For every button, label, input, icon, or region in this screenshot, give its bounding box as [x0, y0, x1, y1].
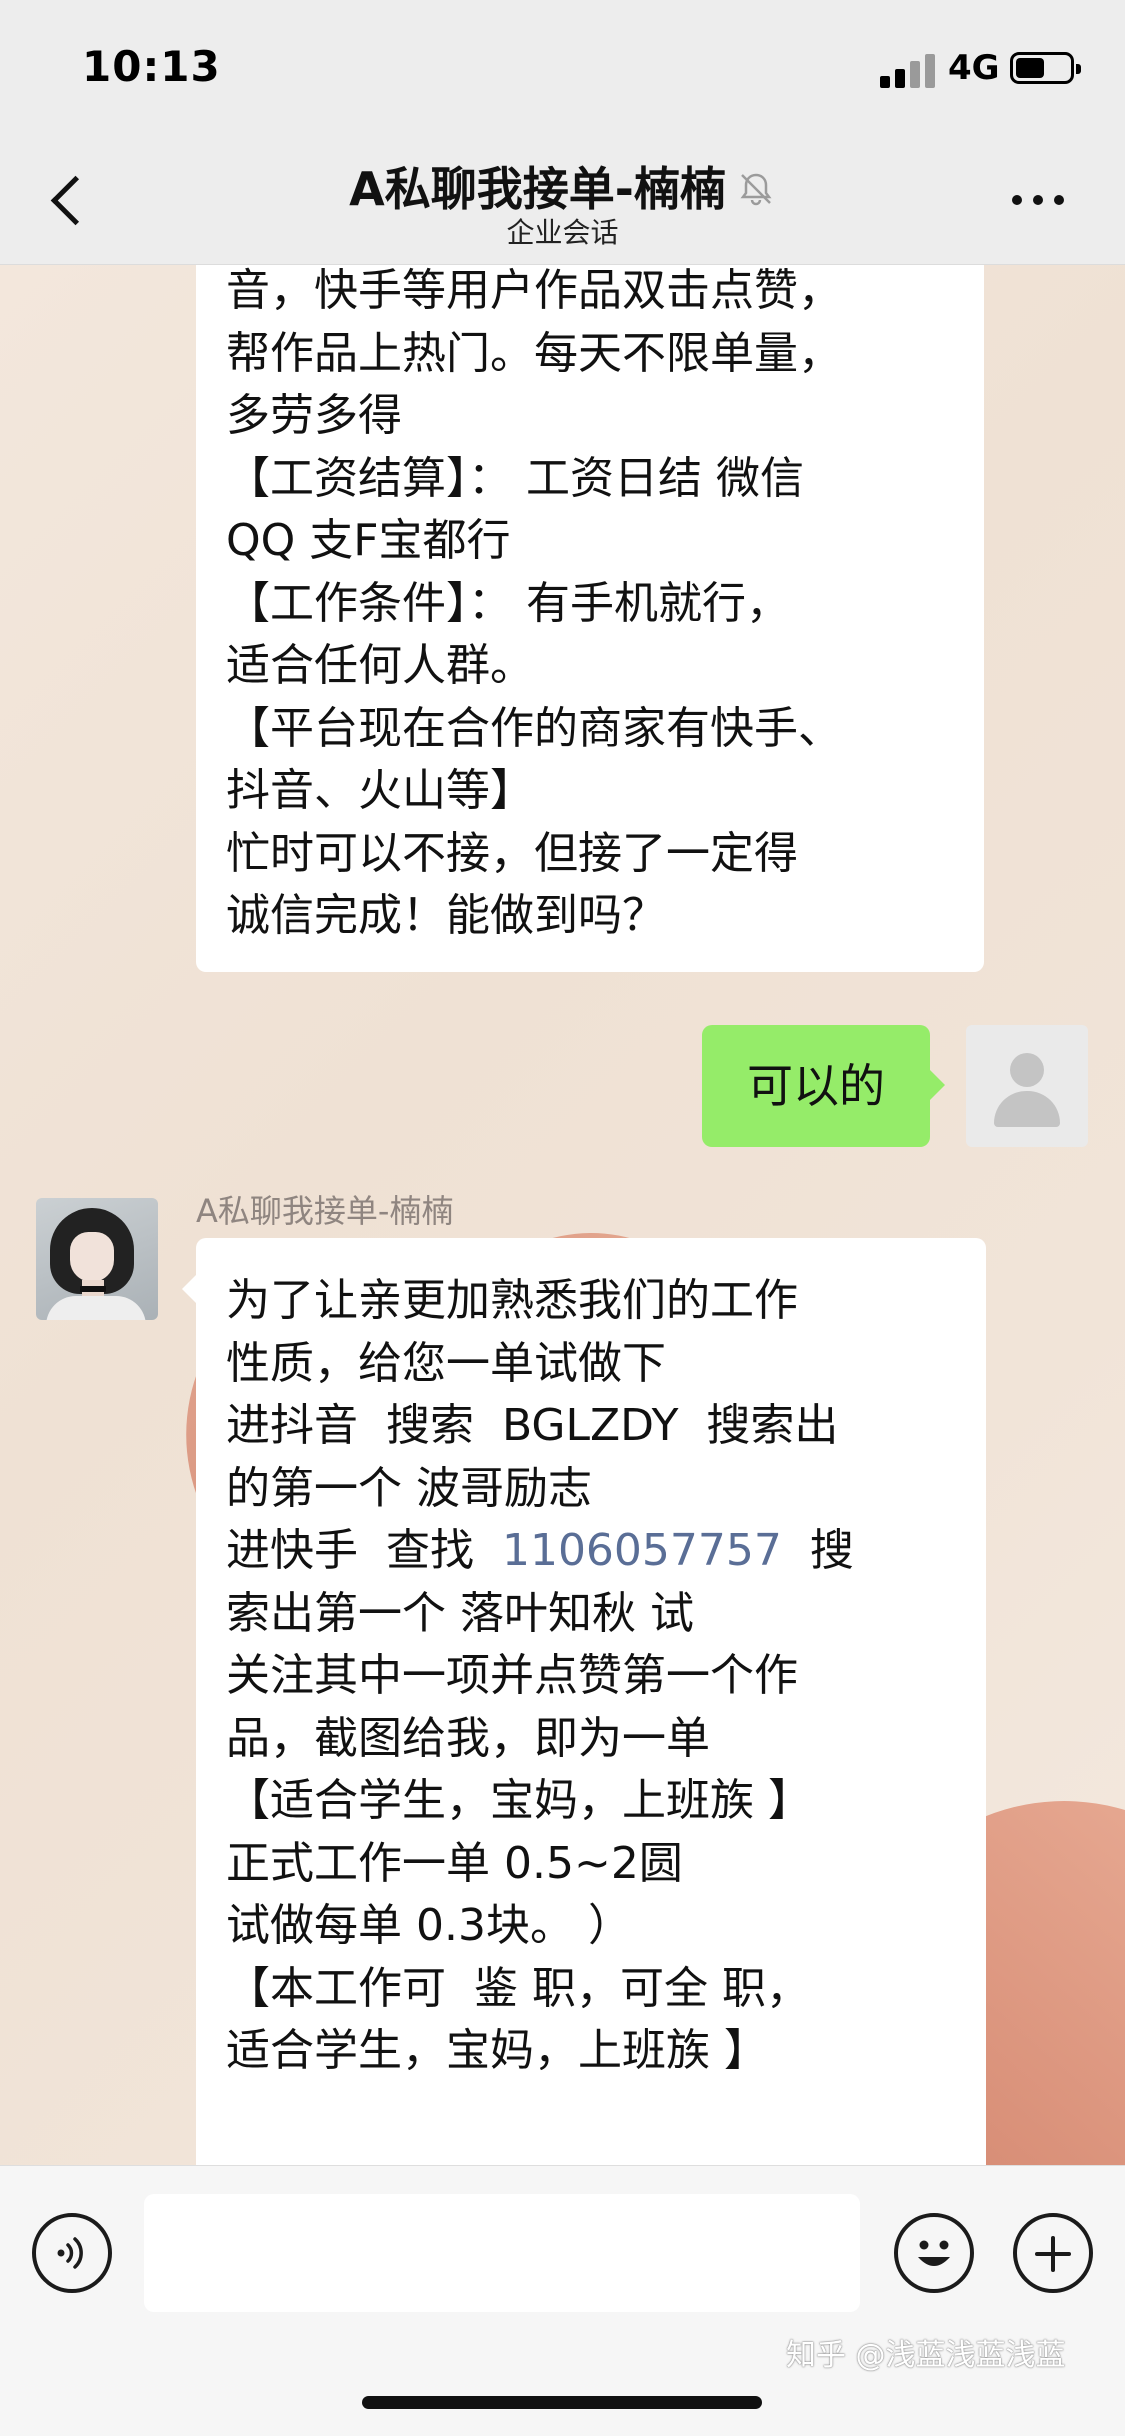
plus-icon[interactable] — [1013, 2213, 1093, 2293]
message-line: 适合学生，宝妈，上班族 】 — [226, 2025, 768, 2076]
signal-icon — [880, 52, 936, 88]
message-line: QQ 支F宝都行 — [226, 515, 511, 566]
message-line: 索出第一个 落叶知秋 试 — [226, 1587, 694, 1639]
message-line: 进快手 查找 1106057757 搜 — [226, 1520, 956, 1583]
message-line: 适合任何人群。 — [226, 640, 534, 691]
network-type: 4G — [948, 48, 1000, 88]
message-line: 【工作条件】： 有手机就行， — [226, 577, 790, 629]
my-avatar[interactable] — [966, 1025, 1088, 1147]
more-dots-icon[interactable] — [1010, 189, 1070, 209]
message-line: 试做每单 0.3块。 ） — [226, 1900, 632, 1951]
message-line: 【适合学生，宝妈，上班族 】 — [226, 1775, 812, 1826]
default-avatar-icon — [1010, 1053, 1044, 1087]
message-line: 多劳多得 — [226, 390, 402, 441]
message-line: 性质，给您一单试做下 — [226, 1337, 666, 1389]
chat-subtitle: 企业会话 — [506, 216, 619, 249]
message-line: 诚信完成！能做到吗？ — [226, 890, 666, 941]
message-line: 进抖音 搜索 BGLZDY 搜索出 — [226, 1400, 839, 1451]
chat-header: A私聊我接单-楠楠 企业会话 — [0, 135, 1125, 265]
voice-icon[interactable] — [32, 2213, 112, 2293]
message-input[interactable] — [144, 2194, 860, 2312]
message-line: 【平台现在合作的商家有快手、 — [226, 702, 842, 754]
status-bar: 10:13 4G — [0, 0, 1125, 135]
battery-icon — [1010, 52, 1081, 84]
message-line: 正式工作一单 0.5~2圆 — [226, 1837, 683, 1889]
message-line: 的第一个 波哥励志 — [226, 1462, 592, 1514]
home-indicator[interactable] — [362, 2396, 762, 2409]
message-line: 关注其中一项并点赞第一个作 — [226, 1650, 798, 1701]
message-bubble-contact[interactable]: 音，快手等用户作品双击点赞， 帮作品上热门。每天不限单量， 多劳多得 【工资结算… — [196, 232, 984, 972]
chat-title-text: A私聊我接单-楠楠 — [349, 162, 726, 216]
message-line: 音，快手等用户作品双击点赞， — [226, 265, 842, 316]
contact-avatar[interactable] — [36, 1198, 158, 1320]
message-line: 品，截图给我，即为一单 — [226, 1712, 710, 1764]
phone-number-link[interactable]: 1106057757 — [502, 1525, 782, 1576]
sender-name: A私聊我接单-楠楠 — [196, 1192, 454, 1230]
message-line: 帮作品上热门。每天不限单量， — [226, 327, 842, 379]
chat-title: A私聊我接单-楠楠 — [0, 153, 1125, 220]
emoji-icon[interactable] — [894, 2213, 974, 2293]
message-bubble-contact[interactable]: 为了让亲更加熟悉我们的工作 性质，给您一单试做下 进抖音 搜索 BGLZDY 搜… — [182, 1238, 986, 2198]
message-line: 【本工作可 鉴 职，可全 职， — [226, 1962, 810, 2014]
message-line: 抖音、火山等】 — [226, 765, 534, 816]
message-text: 进快手 查找 — [226, 1525, 502, 1576]
message-line: 忙时可以不接，但接了一定得 — [226, 827, 798, 879]
message-text: 搜 — [781, 1525, 854, 1576]
status-time: 10:13 — [82, 42, 221, 91]
message-line: 为了让亲更加熟悉我们的工作 — [226, 1275, 798, 1326]
message-bubble-me[interactable]: 可以的 — [702, 1025, 945, 1147]
watermark: 知乎 @浅蓝浅蓝浅蓝 — [786, 2338, 1066, 2373]
message-line: 【工资结算】： 工资日结 微信 — [226, 452, 804, 504]
